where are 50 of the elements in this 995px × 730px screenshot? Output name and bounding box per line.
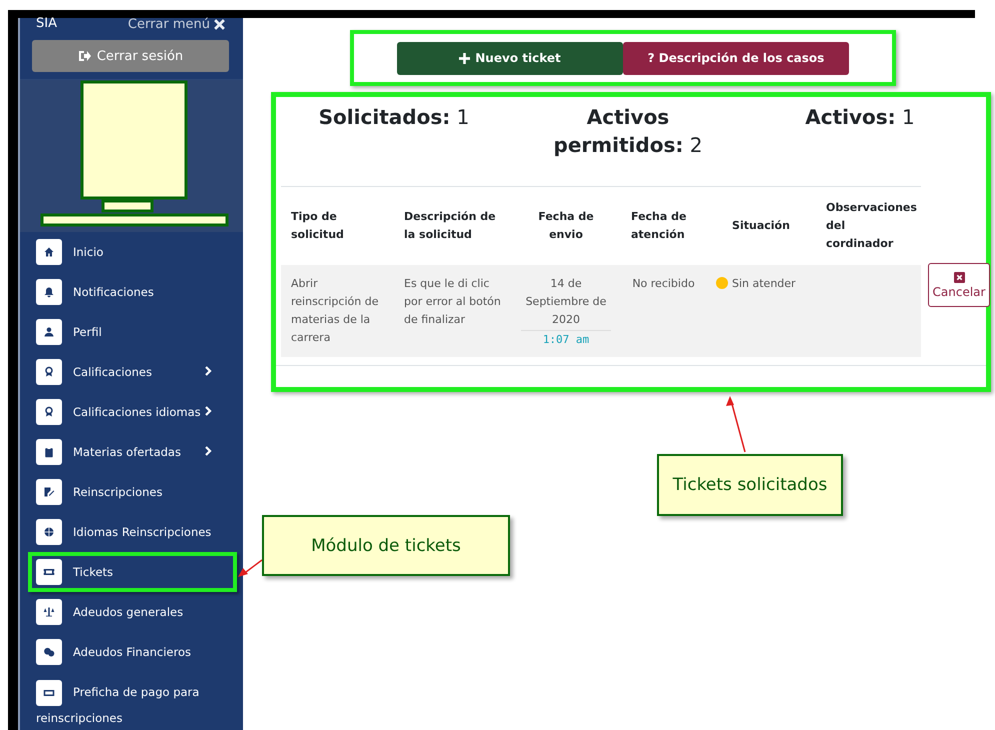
sidebar-item[interactable]: Adeudos Financieros <box>20 632 243 672</box>
pen-icon <box>43 486 55 498</box>
award-icon <box>43 366 55 378</box>
sidebar-item[interactable]: Materias ofertadas <box>20 432 243 472</box>
close-icon <box>954 272 964 282</box>
sidebar-item[interactable]: Preficha de pago para reinscripciones <box>20 672 243 730</box>
sidebar-item[interactable]: Calificaciones idiomas <box>20 392 243 432</box>
coins-icon <box>43 646 55 658</box>
logout-button[interactable]: Cerrar sesión <box>32 40 229 72</box>
table-cell: Es que le di clic por error al botón de finalizar <box>404 277 501 326</box>
close-menu-button[interactable]: Cerrar menú <box>128 16 225 32</box>
globe-icon <box>43 526 55 538</box>
sidebar-item[interactable]: Perfil <box>20 312 243 352</box>
time-text: 1:07 am <box>521 330 611 349</box>
new-ticket-button[interactable]: Nuevo ticket <box>397 42 623 74</box>
table-cell: 14 de Septiembre de 2020 <box>526 277 606 326</box>
stat-text: Activos permitidos: 2 <box>552 104 704 159</box>
stat-text: Solicitados: 1 <box>318 104 470 131</box>
table-cell: No recibido <box>632 277 695 290</box>
table-cell: Abrir reinscripción de materias de la carrera <box>291 277 378 344</box>
chevron-icon <box>205 366 212 376</box>
status-text: Sin atender <box>732 277 796 290</box>
sidebar-item[interactable]: Adeudos generales <box>20 592 243 632</box>
clipboard-icon <box>43 446 55 458</box>
money-icon <box>43 687 55 699</box>
logout-icon <box>78 50 91 62</box>
sidebar-item[interactable]: Idiomas Reinscripciones <box>20 512 243 552</box>
chevron-icon <box>205 406 212 416</box>
close-icon <box>214 18 225 30</box>
sidebar-item[interactable]: Reinscripciones <box>20 472 243 512</box>
scale-icon <box>43 606 55 618</box>
callout-note: Tickets solicitados <box>657 454 843 516</box>
cancel-button[interactable]: Cancelar <box>928 263 990 307</box>
sidebar-item[interactable]: Notificaciones <box>20 272 243 312</box>
award-icon <box>43 406 55 418</box>
home-icon <box>43 246 55 258</box>
user-icon <box>43 326 55 338</box>
pointer-arrow <box>238 559 262 577</box>
callout-note: Módulo de tickets <box>262 515 510 576</box>
sidebar-item[interactable]: Calificaciones <box>20 352 243 392</box>
cases-description-button[interactable]: ? Descripción de los casos <box>623 42 849 74</box>
bell-icon <box>43 286 55 298</box>
chevron-icon <box>205 446 212 456</box>
sidebar-item[interactable]: Tickets <box>28 552 237 592</box>
pointer-arrow <box>726 396 746 452</box>
stat-text: Activos: 1 <box>805 104 915 131</box>
sidebar-item[interactable]: Inicio <box>20 232 243 272</box>
brand-name: SIA <box>36 18 57 30</box>
ticket-icon <box>43 566 55 578</box>
plus-icon <box>459 52 470 64</box>
